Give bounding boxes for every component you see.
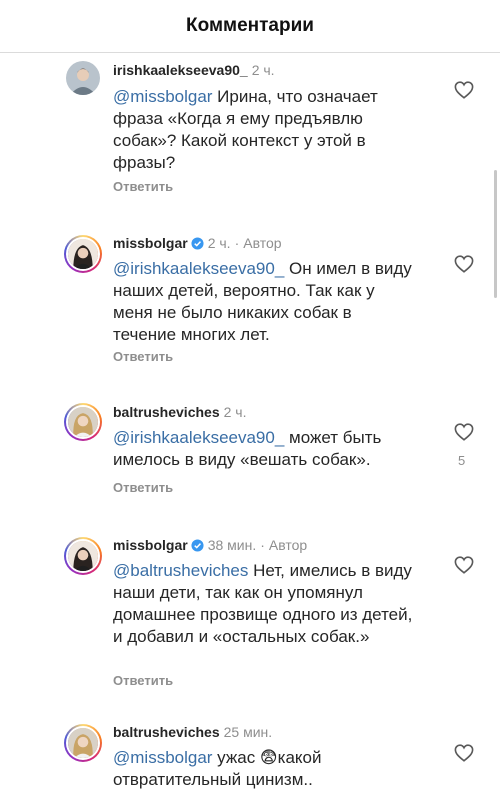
- avatar[interactable]: [64, 537, 102, 575]
- avatar-photo-icon: [68, 728, 98, 758]
- avatar-photo-icon: [68, 407, 98, 437]
- page-title: Комментарии: [186, 15, 314, 36]
- like-count[interactable]: 5: [458, 453, 465, 468]
- heart-outline-icon[interactable]: [454, 423, 474, 441]
- comment-text: @missbolgar Ирина, что означает фраза «К…: [113, 86, 413, 174]
- comment-text: @irishkaalekseeva90_ Он имел в виду наши…: [113, 258, 413, 346]
- avatar[interactable]: [64, 724, 102, 762]
- comment-text: @irishkaalekseeva90_ может быть имелось …: [113, 427, 413, 471]
- verified-badge-icon: [191, 237, 204, 250]
- author-badge: Автор: [243, 235, 282, 251]
- reply-button[interactable]: Ответить: [113, 480, 173, 495]
- heart-outline-icon[interactable]: [454, 744, 474, 762]
- comment-text: @baltrusheviches Нет, имелись в виду наш…: [113, 560, 413, 648]
- comment-time: 2 ч.: [251, 62, 275, 78]
- comment-time: 38 мин.: [207, 537, 257, 553]
- comment-item: missbolgar 2 ч. · Автор @irishkaalekseeva90…: [0, 229, 500, 379]
- comment-username[interactable]: baltrusheviches: [113, 724, 220, 740]
- heart-outline-icon[interactable]: [454, 255, 474, 273]
- comment-item: missbolgar 38 мин. · Автор @baltrusheviches…: [0, 531, 500, 711]
- comment-text: @missbolgar ужас 😨какой отвратительный ц…: [113, 747, 413, 791]
- comment-time: 25 мин.: [223, 724, 273, 740]
- verified-badge-icon: [191, 539, 204, 552]
- avatar[interactable]: [66, 61, 100, 95]
- avatar-photo-icon: [66, 61, 100, 95]
- reply-button[interactable]: Ответить: [113, 673, 173, 688]
- avatar[interactable]: [64, 235, 102, 273]
- meta-separator: ·: [234, 235, 240, 251]
- comment-mention[interactable]: @irishkaalekseeva90_: [113, 428, 284, 447]
- meta-separator: ·: [260, 537, 265, 553]
- comment-mention[interactable]: @missbolgar: [113, 748, 212, 767]
- comment-username[interactable]: missbolgar: [113, 537, 188, 553]
- comment-time: 2 ч.: [207, 235, 231, 251]
- heart-outline-icon[interactable]: [454, 556, 474, 574]
- reply-button[interactable]: Ответить: [113, 349, 173, 364]
- comment-time: 2 ч.: [223, 404, 247, 420]
- heart-outline-icon[interactable]: [454, 81, 474, 99]
- comment-mention[interactable]: @missbolgar: [113, 87, 212, 106]
- comment-username[interactable]: missbolgar: [113, 235, 188, 251]
- comments-header: Комментарии: [0, 0, 500, 52]
- avatar[interactable]: [64, 403, 102, 441]
- reply-button[interactable]: Ответить: [113, 179, 173, 194]
- comments-list[interactable]: irishkaalekseeva90_ 2 ч. @missbolgar Ирин…: [0, 53, 500, 800]
- comment-username[interactable]: irishkaalekseeva90_: [113, 62, 248, 78]
- avatar-photo-icon: [68, 239, 98, 269]
- scrollbar[interactable]: [494, 170, 497, 298]
- avatar-photo-icon: [68, 541, 98, 571]
- comment-username[interactable]: baltrusheviches: [113, 404, 220, 420]
- author-badge: Автор: [268, 537, 308, 553]
- comment-mention[interactable]: @baltrusheviches: [113, 561, 248, 580]
- comment-item: irishkaalekseeva90_ 2 ч. @missbolgar Ирин…: [0, 53, 500, 213]
- comment-item: baltrusheviches 25 мин. @missbolgar ужас …: [0, 718, 500, 800]
- comment-item: baltrusheviches 2 ч. @irishkaalekseeva90_…: [0, 398, 500, 508]
- comment-mention[interactable]: @irishkaalekseeva90_: [113, 259, 284, 278]
